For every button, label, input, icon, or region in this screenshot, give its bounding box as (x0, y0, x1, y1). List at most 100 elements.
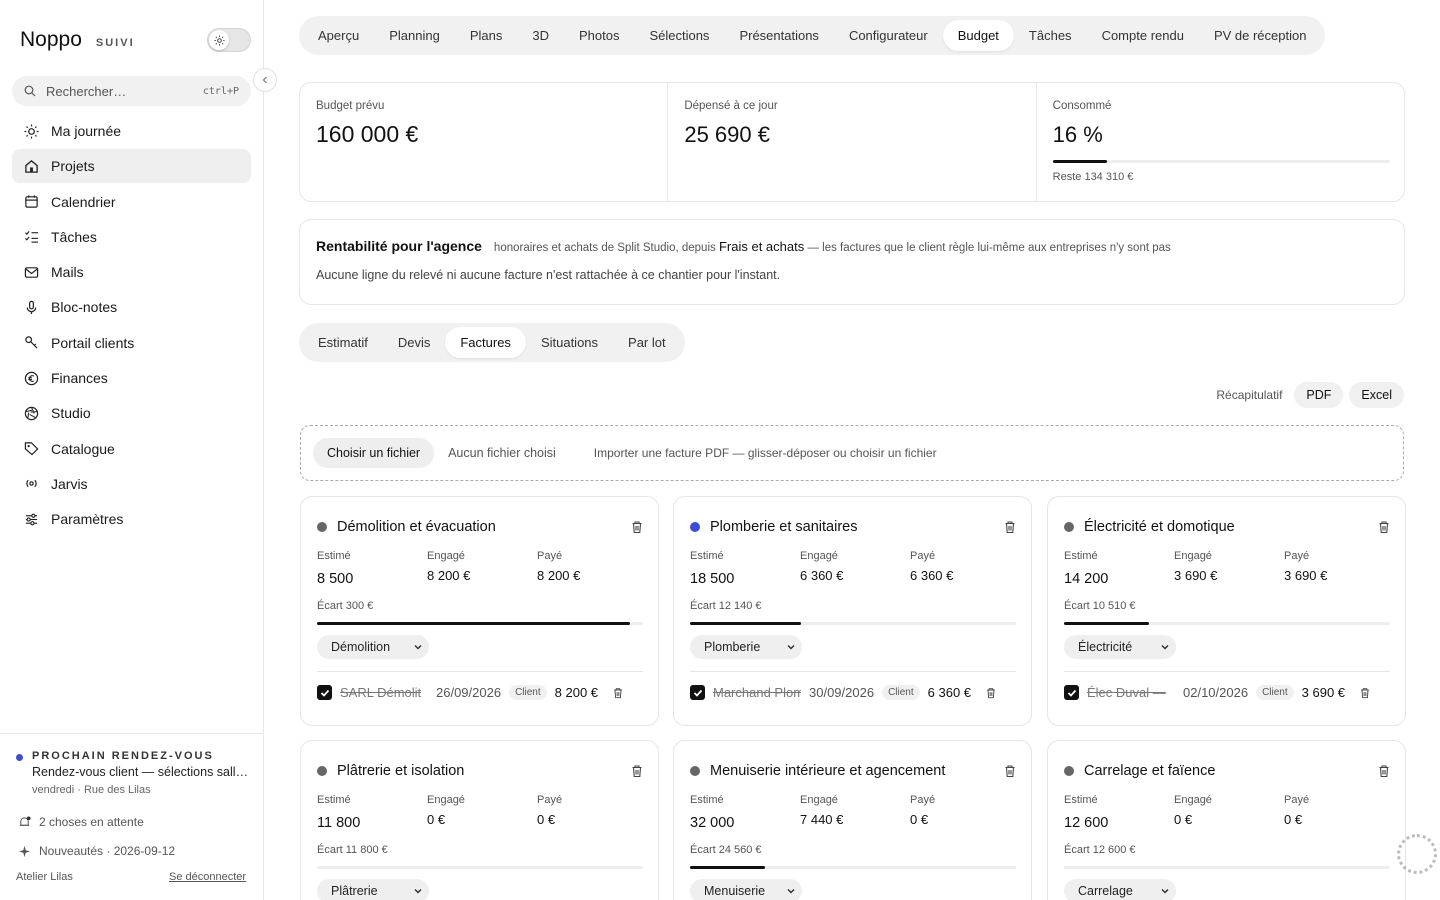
trash-icon[interactable] (1003, 520, 1017, 534)
trash-icon[interactable] (630, 520, 644, 534)
tab-selections[interactable]: Sélections (634, 20, 724, 51)
sidebar-item-studio[interactable]: Studio (12, 396, 251, 430)
tab-compte-rendu[interactable]: Compte rendu (1087, 20, 1199, 51)
invoice-checkbox[interactable] (690, 685, 705, 700)
tab-photos[interactable]: Photos (564, 20, 634, 51)
collapse-sidebar-button[interactable] (253, 68, 277, 92)
lot-paye-value: 3 690 € (1284, 568, 1328, 583)
planned-budget-value: 160 000 € (316, 121, 419, 147)
lot-estime-value[interactable]: 32 000 (690, 815, 800, 831)
lot-estime-value[interactable]: 11 800 (317, 815, 427, 831)
lot-category-select[interactable]: Électricité (1064, 635, 1176, 659)
lot-engage: Engagé 0 € (427, 794, 537, 831)
lot-title[interactable]: Électricité et domotique (1084, 519, 1367, 535)
lot-engage: Engagé 8 200 € (427, 550, 537, 587)
tab-apercu[interactable]: Aperçu (303, 20, 374, 51)
trash-icon[interactable] (612, 687, 624, 699)
sidebar-item-jarvis[interactable]: Jarvis (12, 467, 251, 501)
lot-title[interactable]: Plâtrerie et isolation (337, 763, 620, 779)
upload-hint: Importer une facture PDF — glisser-dépos… (593, 446, 937, 460)
expenses-link[interactable]: Frais et achats (719, 239, 804, 254)
lot-card-platrerie-et-isolation: Plâtrerie et isolation Estimé 11 800 Engagé… (300, 740, 659, 900)
brand[interactable]: Noppo SUIVI (20, 28, 135, 52)
export-excel-button[interactable]: Excel (1349, 382, 1404, 408)
sidebar-item-taches[interactable]: Tâches (12, 220, 251, 254)
next-appointment-title[interactable]: Rendez-vous client — sélections salle de… (32, 765, 250, 779)
lot-title[interactable]: Carrelage et faïence (1084, 763, 1367, 779)
trash-icon[interactable] (985, 687, 997, 699)
sidebar-item-label: Calendrier (51, 193, 116, 210)
lot-category-select[interactable]: Menuiserie (690, 879, 802, 900)
lot-paye: Payé 0 € (910, 794, 1020, 831)
theme-toggle[interactable] (207, 28, 251, 52)
sidebar-item-mails[interactable]: Mails (12, 255, 251, 289)
subtab-factures[interactable]: Factures (445, 327, 526, 358)
spent-value: 25 690 € (684, 122, 770, 147)
lot-paye: Payé 0 € (537, 794, 647, 831)
trash-icon[interactable] (1003, 764, 1017, 778)
sidebar-item-calendrier[interactable]: Calendrier (12, 185, 251, 219)
invoice-checkbox[interactable] (317, 685, 332, 700)
lot-progress-fill (690, 622, 801, 625)
lot-progress-bar (317, 866, 643, 869)
lot-category-select[interactable]: Démolition (317, 635, 429, 659)
tab-planning[interactable]: Planning (374, 20, 455, 51)
lot-engage: Engagé 3 690 € (1174, 550, 1284, 587)
tab-plans[interactable]: Plans (455, 20, 518, 51)
choose-file-button[interactable]: Choisir un fichier (313, 438, 435, 468)
lot-title[interactable]: Plomberie et sanitaires (710, 519, 993, 535)
tab-budget[interactable]: Budget (942, 20, 1014, 51)
search-input[interactable]: Rechercher… ctrl+P (12, 76, 251, 106)
trash-icon[interactable] (1377, 764, 1391, 778)
lot-estime-value[interactable]: 8 500 (317, 571, 427, 587)
lot-progress-bar (690, 622, 1016, 625)
pending-items[interactable]: 2 choses en attente (18, 815, 144, 829)
tab-taches[interactable]: Tâches (1014, 20, 1087, 51)
lot-paye-label: Payé (537, 794, 563, 806)
sidebar-item-catalogue[interactable]: Catalogue (12, 432, 251, 466)
sidebar-item-label: Mails (51, 264, 84, 281)
chevron-left-icon (262, 76, 267, 84)
tab-configurateur[interactable]: Configurateur (834, 20, 943, 51)
news-link[interactable]: Nouveautés · 2026-09-12 (18, 844, 175, 858)
lot-estime-value[interactable]: 18 500 (690, 571, 800, 587)
sidebar-item-bloc-notes[interactable]: Bloc-notes (12, 290, 251, 324)
invoice-dropzone[interactable]: Choisir un fichier Aucun fichier choisi … (300, 425, 1404, 481)
lot-estime-value[interactable]: 14 200 (1064, 571, 1174, 587)
sidebar-item-projets[interactable]: Projets (12, 149, 251, 184)
sidebar-item-finances[interactable]: Finances (12, 361, 251, 395)
trash-icon[interactable] (630, 764, 644, 778)
trash-icon[interactable] (1377, 520, 1391, 534)
sidebar-item-parametres[interactable]: Paramètres (12, 502, 251, 536)
lot-estime: Estimé 11 800 (317, 794, 427, 831)
trash-icon[interactable] (1359, 687, 1371, 699)
tab-presentations[interactable]: Présentations (724, 20, 834, 51)
tab-3d[interactable]: 3D (517, 20, 564, 51)
invoice-vendor[interactable]: Marchand Plomberie (713, 685, 801, 700)
invoice-vendor[interactable]: SARL Démolit (340, 685, 428, 700)
logout-link[interactable]: Se déconnecter (169, 871, 246, 883)
lot-category-select[interactable]: Plomberie (690, 635, 802, 659)
sidebar-item-label: Projets (51, 158, 95, 175)
chevron-down-icon (1161, 644, 1169, 650)
export-pdf-button[interactable]: PDF (1294, 382, 1344, 408)
lot-category-select[interactable]: Plâtrerie (317, 879, 429, 900)
planned-budget-card: Budget prévu 160 000 € (300, 83, 669, 201)
lot-title[interactable]: Démolition et évacuation (337, 519, 620, 535)
subtab-devis[interactable]: Devis (383, 327, 446, 358)
sidebar-item-ma-journee[interactable]: Ma journée (12, 114, 251, 148)
lot-engage-label: Engagé (427, 550, 465, 562)
subtab-estimatif[interactable]: Estimatif (303, 327, 383, 358)
sidebar-item-portail-clients[interactable]: Portail clients (12, 326, 251, 360)
lot-title[interactable]: Menuiserie intérieure et agencement (710, 763, 993, 779)
invoice-checkbox[interactable] (1064, 685, 1079, 700)
lot-variance: Écart 12 600 € (1064, 844, 1136, 856)
lot-estime-value[interactable]: 12 600 (1064, 815, 1174, 831)
subtab-situations[interactable]: Situations (526, 327, 613, 358)
lot-category-select[interactable]: Carrelage (1064, 879, 1176, 900)
lot-paye-value: 0 € (910, 812, 929, 827)
subtab-par-lot[interactable]: Par lot (613, 327, 681, 358)
search-shortcut: ctrl+P (202, 85, 239, 97)
invoice-vendor[interactable]: Élec Duval — (1087, 685, 1175, 700)
tab-pv-de-reception[interactable]: PV de réception (1199, 20, 1322, 51)
